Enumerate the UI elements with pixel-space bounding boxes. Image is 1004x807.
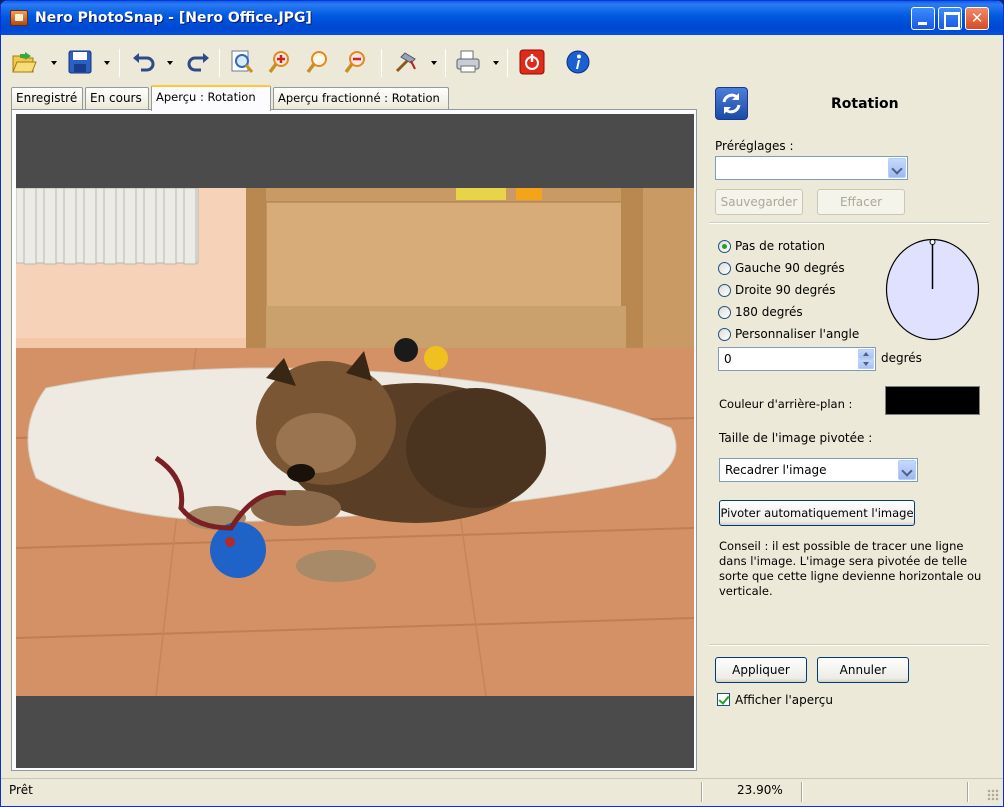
resize-grip-icon[interactable] (987, 789, 999, 801)
chevron-down-icon[interactable] (898, 460, 916, 480)
radio-right-90[interactable]: Droite 90 degrés (718, 281, 836, 299)
photo-image[interactable] (16, 188, 694, 696)
radio-180[interactable]: 180 degrés (718, 303, 803, 321)
info-icon[interactable] (565, 49, 591, 75)
power-icon[interactable] (519, 49, 545, 75)
app-icon[interactable] (10, 10, 28, 26)
zoom-in-icon[interactable] (267, 49, 293, 75)
radio-button[interactable] (718, 239, 731, 253)
status-text: Prêt (9, 783, 33, 797)
zoom-fit-icon[interactable] (229, 49, 255, 75)
zoom-out-icon[interactable] (343, 49, 369, 75)
radio-no-rotation[interactable]: Pas de rotation (718, 237, 825, 255)
redo-icon[interactable] (185, 49, 211, 75)
radio-label: Pas de rotation (735, 239, 825, 253)
app-window: Nero PhotoSnap - [Nero Office.JPG] ✕ Enr… (0, 0, 1004, 807)
angle-dial[interactable] (885, 238, 980, 341)
zoom-icon[interactable] (305, 49, 331, 75)
open-dropdown-icon[interactable] (51, 61, 57, 65)
open-icon[interactable] (11, 49, 37, 75)
close-button[interactable]: ✕ (965, 7, 989, 30)
show-preview-checkbox[interactable] (717, 693, 730, 706)
presets-label: Préréglages : (715, 139, 794, 153)
minimize-button[interactable] (911, 7, 935, 30)
chevron-down-icon[interactable] (888, 158, 906, 178)
rotated-size-label: Taille de l'image pivotée : (719, 431, 873, 445)
rotate-icon (715, 87, 748, 120)
panel-title: Rotation (831, 96, 899, 112)
window-title: Nero PhotoSnap - [Nero Office.JPG] (35, 10, 312, 26)
title-bar[interactable]: Nero PhotoSnap - [Nero Office.JPG] ✕ (1, 1, 1003, 35)
show-preview-label: Afficher l'aperçu (735, 693, 834, 707)
auto-rotate-button[interactable]: Pivoter automatiquement l'image (719, 500, 915, 526)
angle-value: 0 (724, 352, 732, 366)
tools-dropdown-icon[interactable] (431, 61, 437, 65)
presets-select[interactable] (715, 156, 908, 180)
apply-button[interactable]: Appliquer (715, 657, 807, 683)
cancel-button[interactable]: Annuler (817, 657, 909, 683)
tab-preview-rotation[interactable]: Aperçu : Rotation (151, 85, 271, 111)
tools-icon[interactable] (393, 49, 419, 75)
background-color-label: Couleur d'arrière-plan : (719, 397, 853, 411)
radio-label: Personnaliser l'angle (735, 327, 860, 341)
image-canvas[interactable] (16, 114, 694, 768)
undo-icon[interactable] (131, 49, 157, 75)
zoom-level: 23.90% (737, 783, 783, 797)
undo-dropdown-icon[interactable] (167, 61, 173, 65)
radio-button[interactable] (718, 327, 731, 341)
radio-label: Droite 90 degrés (735, 283, 836, 297)
tab-current[interactable]: En cours (85, 87, 149, 109)
save-icon[interactable] (67, 49, 93, 75)
toolbar (1, 35, 1003, 87)
radio-button[interactable] (718, 283, 731, 297)
radio-left-90[interactable]: Gauche 90 degrés (718, 259, 845, 277)
radio-label: Gauche 90 degrés (735, 261, 845, 275)
radio-button[interactable] (718, 305, 731, 319)
tip-text: Conseil : il est possible de tracer une … (719, 539, 982, 598)
spin-down-icon[interactable] (858, 359, 874, 369)
rotated-size-value: Recadrer l'image (725, 463, 827, 477)
tab-split-preview-rotation[interactable]: Aperçu fractionné : Rotation (273, 87, 449, 109)
rotated-size-select[interactable]: Recadrer l'image (719, 458, 918, 482)
spin-up-icon[interactable] (858, 349, 874, 359)
preview-panel (11, 109, 697, 771)
radio-button[interactable] (718, 261, 731, 275)
tab-saved[interactable]: Enregistré (11, 87, 83, 109)
radio-label: 180 degrés (735, 305, 803, 319)
background-color-swatch[interactable] (885, 386, 980, 415)
status-bar: Prêt 23.90% (1, 778, 1003, 806)
delete-preset-button[interactable]: Effacer (817, 189, 905, 215)
save-preset-button[interactable]: Sauvegarder (715, 189, 803, 215)
print-icon[interactable] (455, 49, 481, 75)
save-dropdown-icon[interactable] (104, 61, 110, 65)
angle-input[interactable]: 0 (718, 347, 876, 371)
maximize-button[interactable] (938, 7, 962, 30)
angle-unit: degrés (881, 351, 922, 365)
print-dropdown-icon[interactable] (493, 61, 499, 65)
radio-custom-angle[interactable]: Personnaliser l'angle (718, 325, 859, 343)
